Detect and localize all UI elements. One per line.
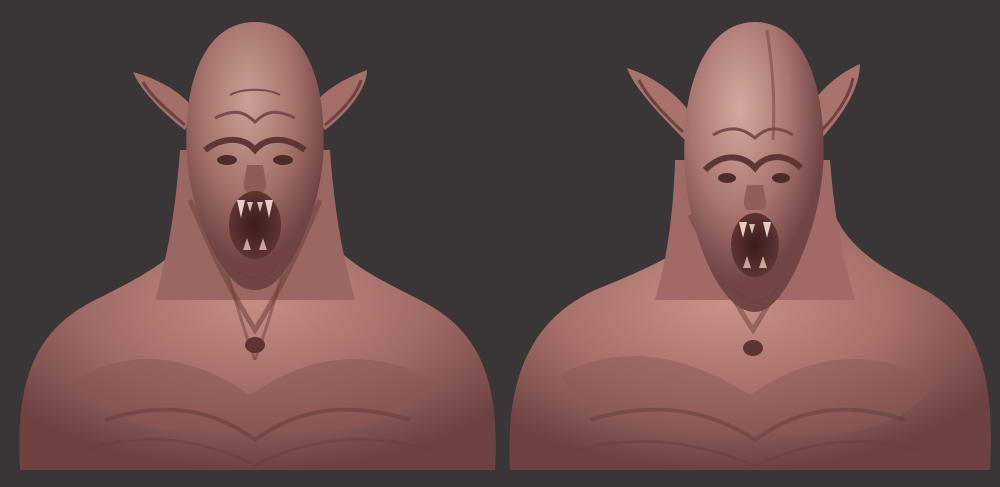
mouth-shape <box>731 213 779 277</box>
bust-three-quarter-view <box>505 0 995 487</box>
mouth-shape <box>229 191 281 259</box>
bust-front-view <box>15 0 500 487</box>
creature-bust-three-quarter-icon <box>509 22 991 470</box>
creature-bust-front-icon <box>19 22 496 470</box>
render-canvas <box>0 0 1000 487</box>
